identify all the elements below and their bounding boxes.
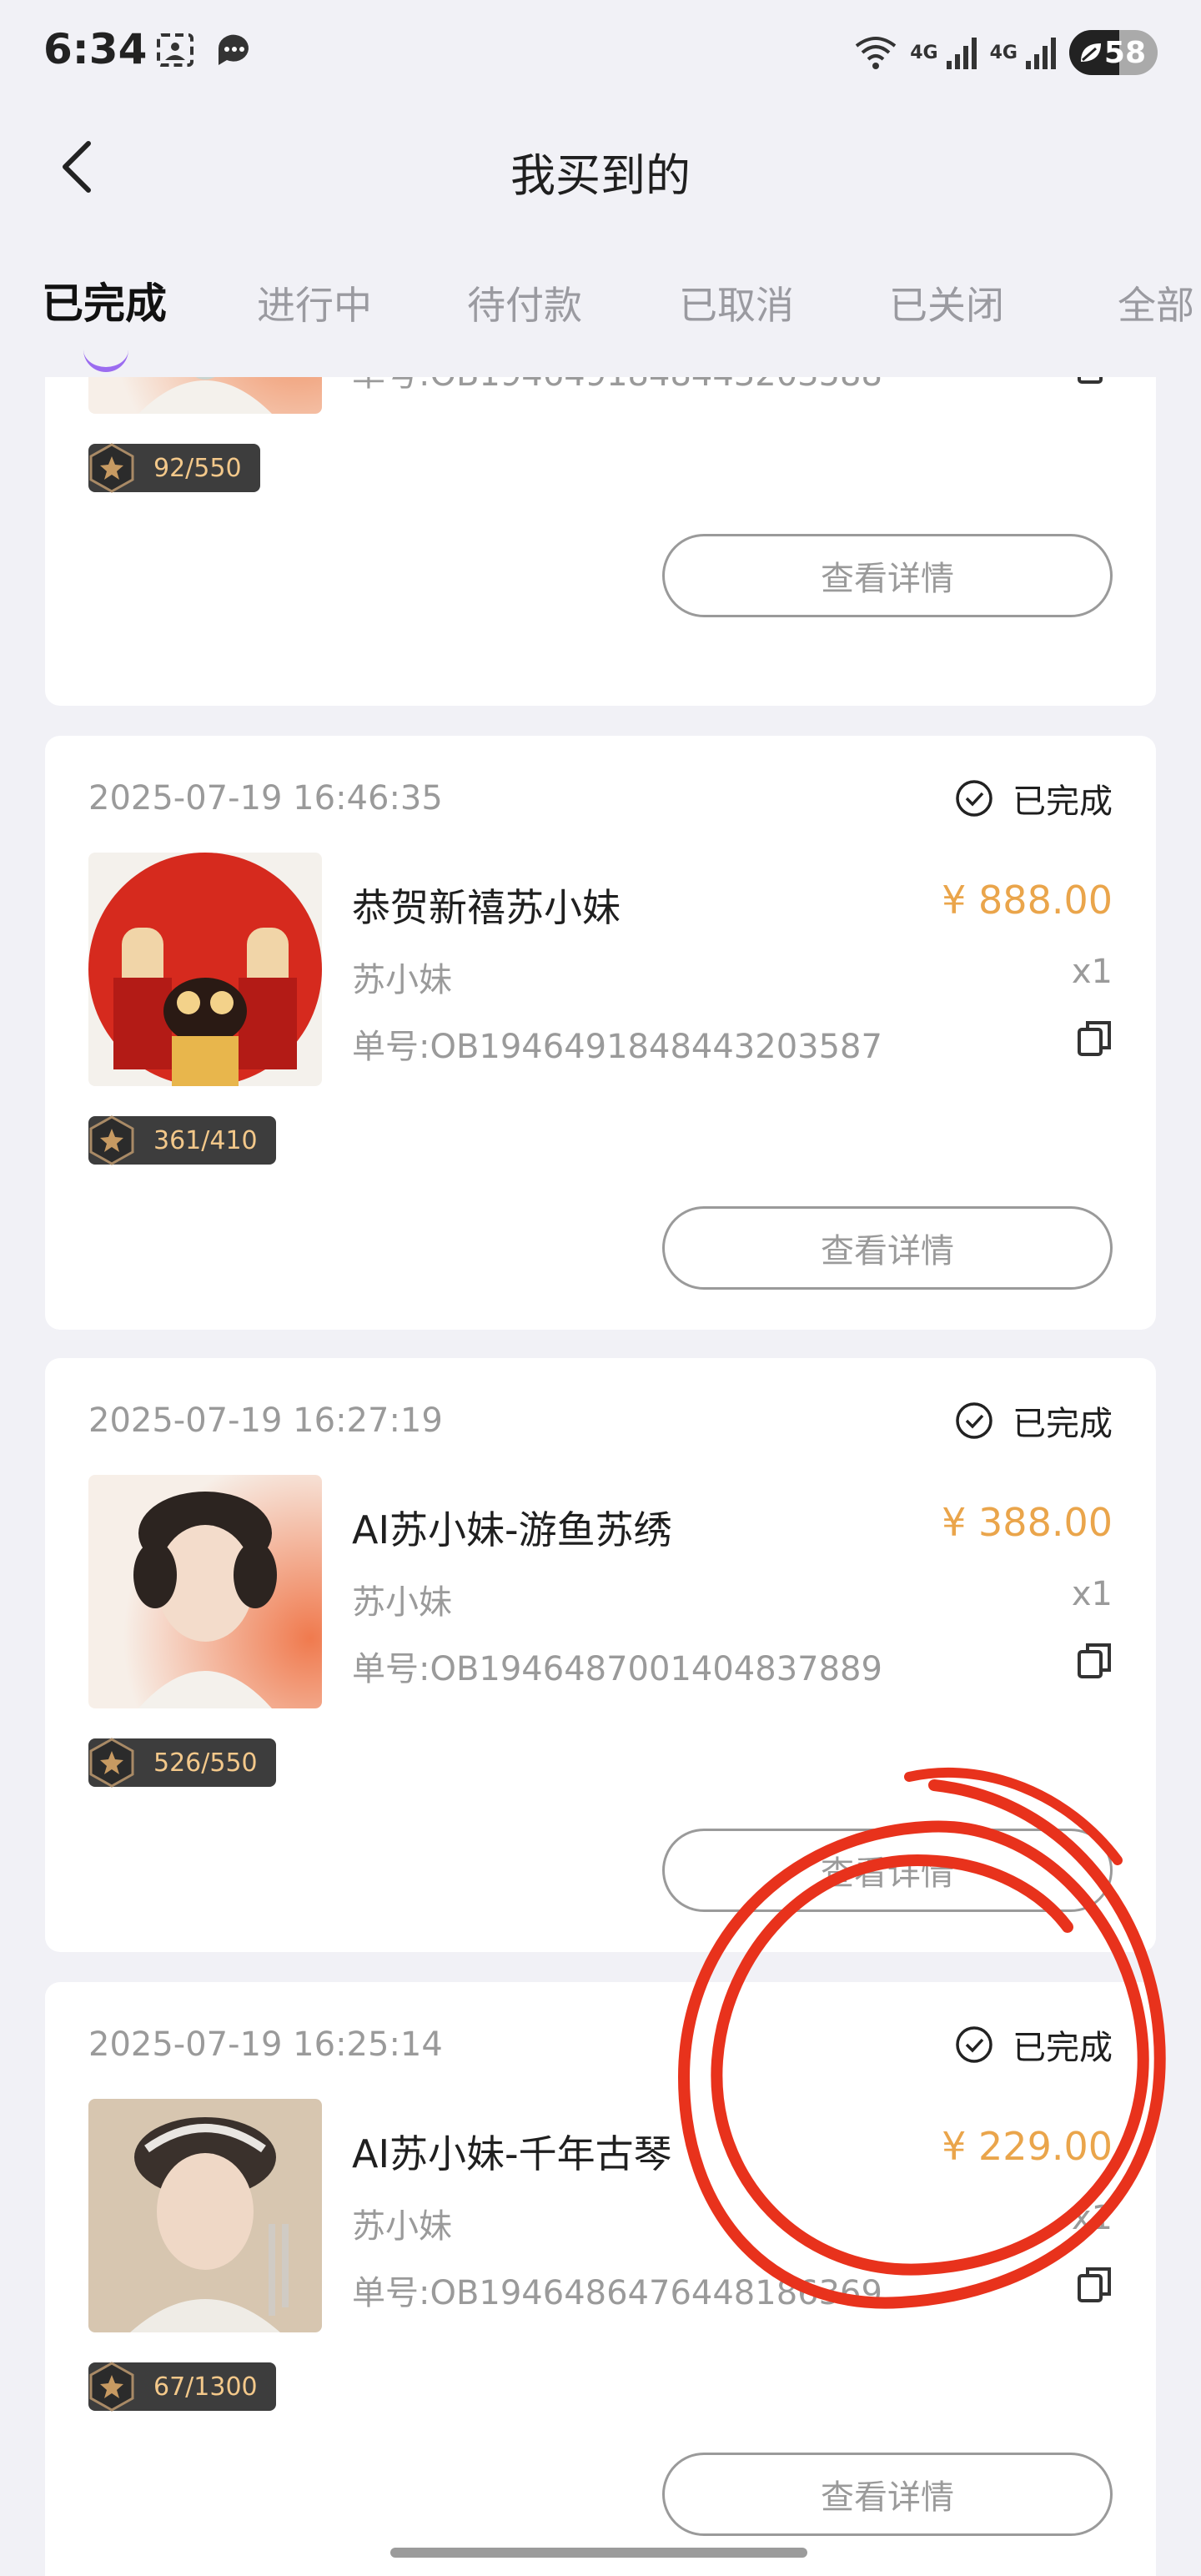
quantity: x1 [1071,1575,1113,1613]
star-hexagon-icon [89,1115,134,1165]
copy-icon[interactable] [1076,1640,1113,1680]
network-type-1: 4G [910,42,938,63]
shop-name: 苏小妹 [352,2207,452,2246]
battery-indicator: 58 [1069,30,1158,75]
active-tab-indicator [83,349,128,372]
product-name[interactable]: AI苏小妹-千年古琴 [352,2124,672,2179]
message-icon [218,34,249,65]
product-name[interactable]: 恭贺新禧苏小妹 [352,878,621,933]
order-time: 2025-07-19 16:27:19 [88,1401,443,1440]
edition-badge: 361/410 [88,1115,276,1165]
order-status-text: 已完成 [1013,2029,1113,2067]
wifi-icon [856,37,897,69]
order-card: 2025-07-19 16:46:35 已完成 恭贺新禧苏小妹 ¥ 888.00… [45,736,1156,1330]
battery-level: 58 [1103,35,1146,70]
edition-count: 92/550 [153,453,242,483]
order-card: 2025-07-19 16:27:19 已完成 AI苏小妹-游鱼苏绣 ¥ 388… [45,1358,1156,1952]
order-status-text: 已完成 [1013,1405,1113,1443]
order-card: 单号:OB1946491848443203588 92/550 查看详情 [45,377,1156,706]
product-price: ¥ 229.00 [942,2124,1113,2169]
order-status: 已完成 [954,2020,1113,2069]
shop-name: 苏小妹 [352,961,452,999]
product-name[interactable]: AI苏小妹-游鱼苏绣 [352,1500,672,1555]
product-price: ¥ 388.00 [942,1500,1113,1545]
order-number: 单号:OB1946486476448186369 [352,2274,882,2312]
check-circle-icon [956,780,992,817]
tab-closed[interactable]: 已关闭 [889,275,1004,330]
page-title: 我买到的 [510,149,691,202]
star-hexagon-icon [89,1738,134,1788]
copy-icon[interactable] [1076,2264,1113,2304]
screenshot-icon [157,33,193,67]
order-status-text: 已完成 [1013,782,1113,821]
order-status: 已完成 [954,774,1113,823]
shop-name: 苏小妹 [352,1583,452,1622]
order-number: 单号:OB1946487001404837889 [352,1650,882,1688]
order-number: 单号:OB1946491848443203587 [352,1028,882,1066]
network-type-2: 4G [989,42,1018,63]
order-time: 2025-07-19 16:46:35 [88,779,443,818]
order-status: 已完成 [954,1396,1113,1445]
edition-badge: 526/550 [88,1738,276,1788]
edition-count: 361/410 [153,1125,258,1155]
view-details-button[interactable]: 查看详情 [662,534,1113,617]
view-details-button[interactable]: 查看详情 [662,1206,1113,1290]
edition-count: 526/550 [153,1748,258,1778]
order-list[interactable]: 单号:OB1946491848443203588 92/550 查看详情 202… [0,377,1201,2576]
product-thumbnail[interactable] [88,853,322,1086]
product-thumbnail[interactable] [88,2099,322,2332]
order-card: 2025-07-19 16:25:14 已完成 AI苏小妹-千年古琴 ¥ 229… [45,1982,1156,2576]
product-thumbnail[interactable] [88,1475,322,1708]
status-time: 6:34 [43,25,148,73]
signal-icon-1 [946,38,977,69]
edition-count: 67/1300 [153,2372,258,2402]
star-hexagon-icon [89,443,134,493]
home-indicator[interactable] [390,2548,807,2558]
order-number: 单号:OB1946491848443203588 [352,377,882,395]
product-thumbnail[interactable] [88,377,322,414]
product-price: ¥ 888.00 [942,878,1113,923]
check-circle-icon [956,2026,992,2063]
tab-pending-payment[interactable]: 待付款 [467,275,582,330]
tab-all[interactable]: 全部 [1118,275,1194,330]
order-time: 2025-07-19 16:25:14 [88,2025,443,2064]
quantity: x1 [1071,953,1113,991]
header: 我买到的 [0,117,1201,217]
status-bar: 6:34 4G 4G 58 [0,0,1201,110]
tab-completed[interactable]: 已完成 [42,270,167,330]
order-tabs: 已完成 进行中 待付款 已取消 已关闭 全部 [0,275,1201,372]
edition-badge: 92/550 [88,443,260,493]
star-hexagon-icon [89,2362,134,2412]
check-circle-icon [956,1402,992,1439]
quantity: x1 [1071,2199,1113,2237]
copy-icon[interactable] [1076,1018,1113,1058]
signal-icon-2 [1026,38,1056,69]
edition-badge: 67/1300 [88,2362,276,2412]
leaf-icon [1081,43,1101,62]
copy-icon[interactable] [1076,377,1113,385]
view-details-button[interactable]: 查看详情 [662,2453,1113,2536]
tab-cancelled[interactable]: 已取消 [679,275,794,330]
tab-in-progress[interactable]: 进行中 [257,275,372,330]
view-details-button[interactable]: 查看详情 [662,1829,1113,1912]
